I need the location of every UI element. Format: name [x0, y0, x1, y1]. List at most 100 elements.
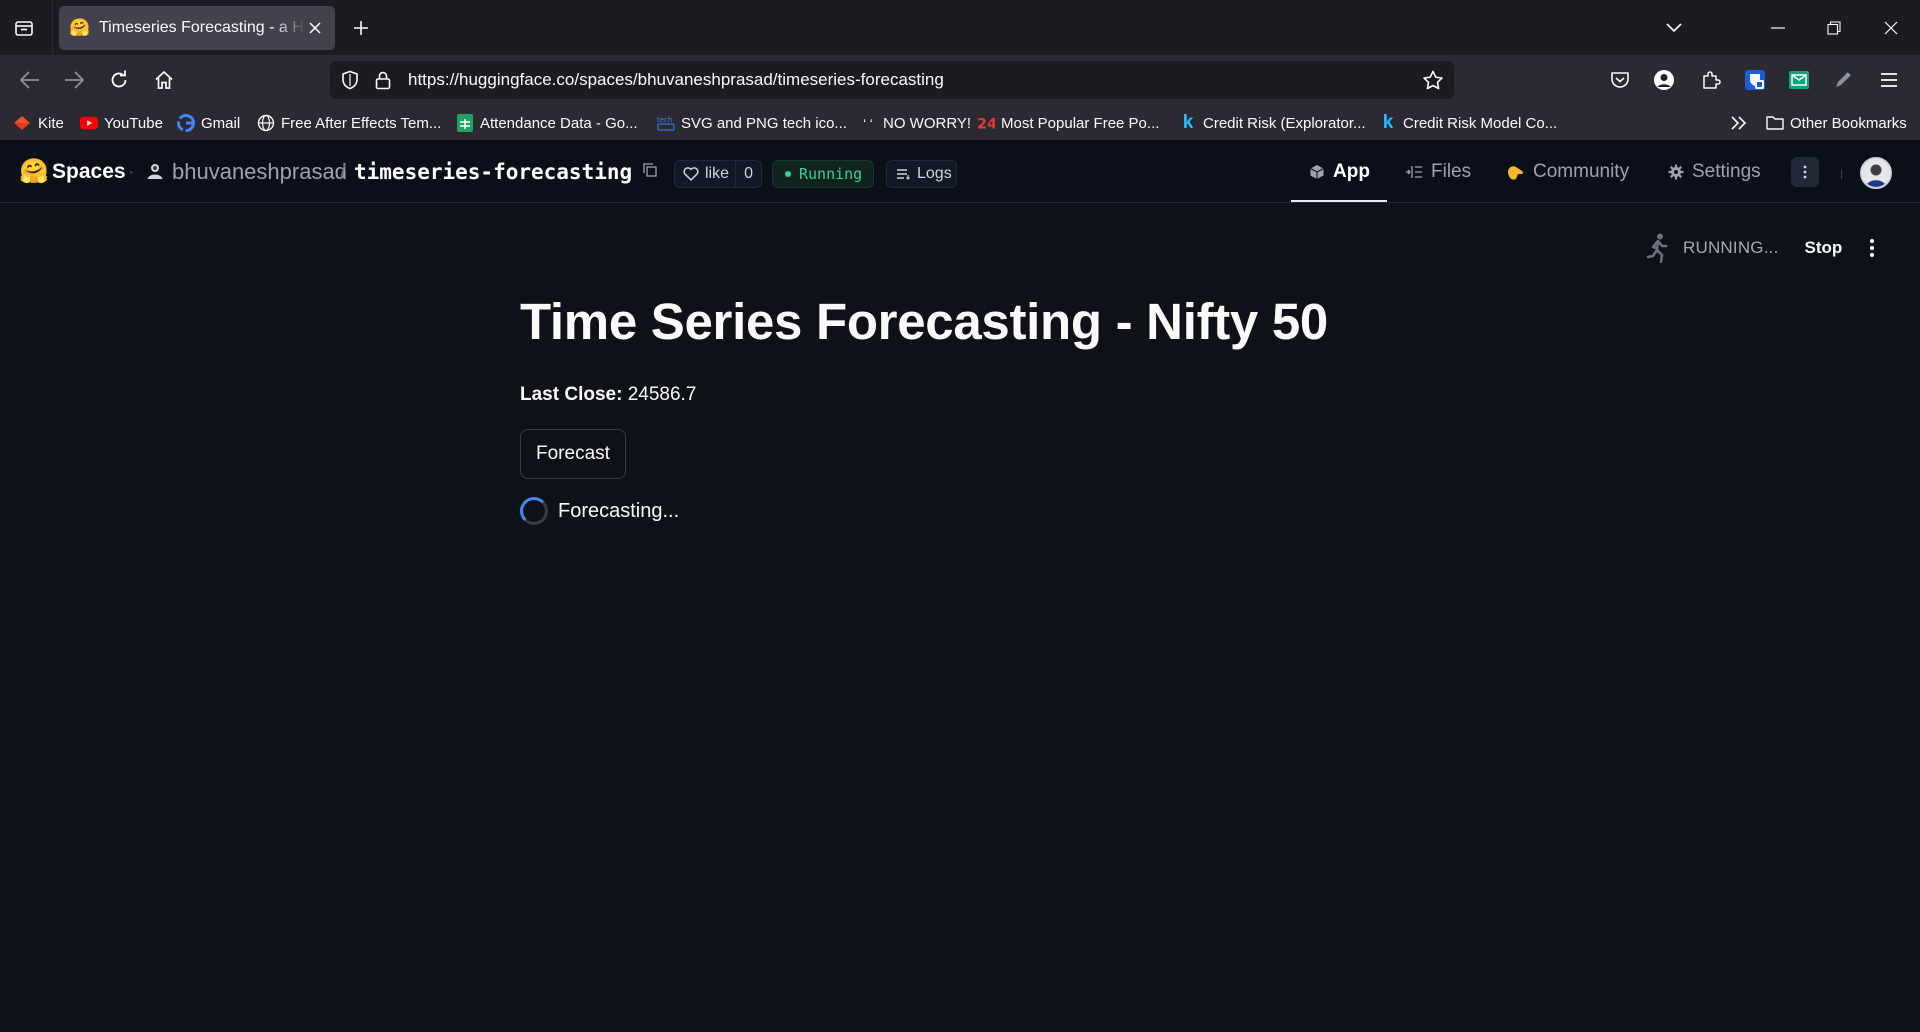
url-text[interactable]: https://huggingface.co/spaces/bhuvaneshp… — [408, 61, 944, 99]
copy-icon[interactable] — [643, 163, 657, 177]
tab-list-icon[interactable] — [12, 16, 36, 40]
running-man-icon — [1645, 233, 1671, 263]
gear-icon — [1668, 164, 1684, 180]
list-all-tabs-icon[interactable] — [1660, 14, 1688, 42]
logs-button[interactable]: Logs — [886, 160, 957, 188]
close-window-icon[interactable] — [1877, 14, 1905, 42]
owner-avatar-icon — [146, 162, 164, 180]
24-icon: 24 — [977, 114, 995, 132]
logs-label: Logs — [917, 165, 952, 182]
restore-icon[interactable] — [1820, 14, 1848, 42]
logs-icon — [897, 169, 910, 180]
lock-icon[interactable] — [374, 70, 392, 90]
hamburger-menu-icon[interactable] — [1876, 67, 1902, 93]
spinner-text: Forecasting... — [558, 499, 680, 522]
bookmark-youtube[interactable]: YouTube — [80, 105, 163, 141]
bookmark-credit-risk-exploratory[interactable]: k Credit Risk (Explorator... — [1179, 105, 1366, 141]
extensions-icon[interactable] — [1698, 67, 1724, 93]
spinner-icon — [520, 497, 548, 525]
bookmark-label: Credit Risk Model Co... — [1403, 114, 1558, 132]
user-avatar[interactable] — [1860, 157, 1892, 189]
kaggle-icon: k — [1382, 112, 1394, 133]
spaces-link[interactable]: Spaces — [52, 158, 126, 186]
home-icon[interactable] — [150, 66, 178, 94]
browser-tab-strip: 🤗 Timeseries Forecasting - a Hugging Fac… — [0, 0, 1920, 55]
bookmark-label: Kite — [38, 114, 64, 132]
bookmark-credit-risk-model[interactable]: k Credit Risk Model Co... — [1379, 105, 1558, 141]
active-tab-indicator — [1291, 200, 1387, 202]
bitwarden-extension-icon[interactable] — [1742, 67, 1768, 93]
heart-icon — [683, 167, 699, 181]
tab-community[interactable]: Community — [1505, 141, 1629, 203]
kaggle-icon: k — [1182, 112, 1194, 133]
bookmark-label: SVG and PNG tech ico... — [681, 114, 847, 132]
forecast-button[interactable]: Forecast — [520, 429, 626, 479]
last-close-label: Last Close: — [520, 384, 623, 405]
app-main-menu-icon[interactable] — [1860, 236, 1884, 260]
hugging-face-logo-icon[interactable]: 🤗 — [19, 159, 49, 185]
bookmark-no-worry[interactable]: ‘ ‘ NO WORRY! — [859, 105, 971, 141]
pen-extension-icon[interactable] — [1830, 67, 1856, 93]
svg-text:24: 24 — [977, 116, 995, 132]
tracking-protection-shield-icon[interactable] — [340, 70, 360, 90]
account-icon[interactable] — [1651, 67, 1677, 93]
tab-settings[interactable]: Settings — [1668, 141, 1761, 203]
like-count: 0 — [735, 161, 761, 187]
stop-button[interactable]: Stop — [1805, 238, 1843, 258]
tab-title: Timeseries Forecasting - a Hugging Face … — [99, 19, 305, 36]
mail-extension-icon[interactable] — [1786, 67, 1812, 93]
cube-icon — [1309, 164, 1325, 180]
space-status-badge: Running — [772, 160, 874, 188]
reload-icon[interactable] — [105, 66, 133, 94]
last-close-text: Last Close: 24586.7 — [520, 381, 1420, 409]
space-repo-name[interactable]: timeseries-forecasting — [354, 158, 632, 186]
bookmark-label: NO WORRY! — [883, 114, 972, 132]
bookmark-label: Free After Effects Tem... — [281, 114, 442, 132]
techicons-icon: tech — [657, 114, 675, 132]
bookmark-after-effects[interactable]: Free After Effects Tem... — [257, 105, 441, 141]
other-bookmarks-label: Other Bookmarks — [1790, 114, 1907, 132]
owner-repo-slash: / — [340, 159, 347, 184]
bookmark-star-icon[interactable] — [1422, 70, 1444, 90]
hugging-face-favicon-icon: 🤗 — [69, 18, 91, 37]
other-bookmarks[interactable]: Other Bookmarks — [1766, 105, 1907, 141]
like-button[interactable]: like 0 — [674, 160, 762, 188]
kite-icon — [14, 114, 32, 132]
like-label: like — [705, 165, 730, 182]
youtube-icon — [80, 114, 98, 132]
bookmark-kite[interactable]: Kite — [14, 105, 64, 141]
bookmark-label: Gmail — [201, 114, 241, 132]
tab-close-icon[interactable] — [305, 18, 325, 38]
new-tab-icon[interactable] — [349, 16, 373, 40]
tab-files[interactable]: Files — [1405, 141, 1471, 203]
more-options-icon[interactable] — [1791, 157, 1819, 187]
status-text: Running — [799, 165, 863, 183]
tab-label: Community — [1533, 161, 1630, 182]
header-divider — [1841, 169, 1842, 179]
bookmark-popular-free[interactable]: 24 Most Popular Free Po... — [977, 105, 1159, 141]
globe-icon — [257, 114, 275, 132]
bookmark-attendance[interactable]: Attendance Data - Go... — [456, 105, 638, 141]
minimize-icon[interactable] — [1764, 14, 1792, 42]
google-icon — [177, 114, 195, 132]
tab-label: App — [1333, 161, 1370, 182]
status-dot — [785, 171, 791, 177]
bookmark-label: Most Popular Free Po... — [1001, 114, 1160, 132]
tab-separator — [52, 0, 53, 55]
files-icon — [1405, 165, 1423, 179]
more-bookmarks-chevron-icon[interactable] — [1730, 105, 1748, 141]
back-icon[interactable] — [16, 66, 44, 94]
url-bar[interactable]: https://huggingface.co/spaces/bhuvaneshp… — [330, 61, 1454, 99]
bookmark-label: Attendance Data - Go... — [480, 114, 638, 132]
pocket-icon[interactable] — [1607, 67, 1633, 93]
space-owner-link[interactable]: bhuvaneshprasad — [172, 158, 347, 186]
forward-icon[interactable] — [60, 66, 88, 94]
page-title: Time Series Forecasting - Nifty 50 — [520, 293, 1328, 350]
tab-app[interactable]: App — [1309, 141, 1370, 203]
browser-tab-active[interactable]: 🤗 Timeseries Forecasting - a Hugging Fac… — [59, 6, 335, 50]
bookmark-tech-icons[interactable]: tech SVG and PNG tech ico... — [657, 105, 847, 141]
bookmark-gmail[interactable]: Gmail — [177, 105, 240, 141]
sheets-icon — [456, 114, 474, 132]
bookmarks-toolbar: Kite YouTube Gmail Free After Effects Te… — [0, 105, 1920, 141]
last-close-value: 24586.7 — [627, 384, 697, 405]
